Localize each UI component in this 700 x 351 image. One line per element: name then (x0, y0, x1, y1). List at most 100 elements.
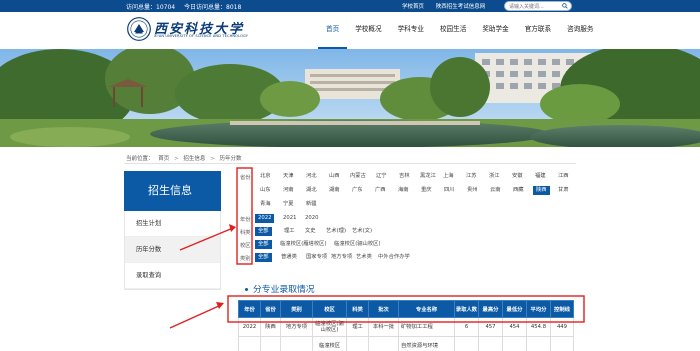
breadcrumb-home[interactable]: 首页 (158, 156, 169, 162)
visit-total: 访问总量：10704 (126, 4, 176, 11)
filter-region[interactable]: 四川 (441, 186, 458, 195)
filter-row-campus: 校区 全部 临潼校区(雁塔校区) 临潼校区(骊山校区) (239, 239, 584, 249)
logo-english-name: XI'AN UNIVERSITY OF SCIENCE AND TECHNOLO… (154, 34, 249, 38)
cell-major: 矿物加工工程 (398, 317, 455, 337)
link-exam-info[interactable]: 陕西招生考试信息网 (436, 4, 486, 10)
filter-batch[interactable]: 普通类 (278, 253, 300, 262)
filter-region[interactable]: 内蒙古 (347, 172, 369, 181)
th-category: 类别 (280, 300, 313, 318)
filter-type-active[interactable]: 全部 (255, 227, 272, 236)
filter-region[interactable]: 上海 (440, 172, 457, 181)
filter-year-active[interactable]: 2022 (255, 214, 275, 223)
seal-icon (127, 17, 151, 41)
breadcrumb-admissions[interactable]: 招生信息 (183, 156, 205, 162)
breadcrumb-scores[interactable]: 历年分数 (220, 156, 242, 162)
filter-region[interactable]: 山西 (326, 172, 343, 181)
filter-region[interactable]: 湖北 (303, 186, 320, 195)
search-box[interactable] (504, 1, 572, 11)
sidebar-item-scores[interactable]: 历年分数 (125, 237, 220, 263)
filter-region[interactable]: 浙江 (486, 172, 503, 181)
filter-label-batch: 类别 (240, 256, 251, 262)
filter-region[interactable]: 安徽 (509, 172, 526, 181)
filter-region-active[interactable]: 陕西 (533, 186, 550, 195)
filter-region[interactable]: 河北 (303, 172, 320, 181)
site-header: 西安科技大学 XI'AN UNIVERSITY OF SCIENCE AND T… (0, 12, 700, 49)
annotation-arrowhead-icon (229, 224, 236, 232)
cell-control-line (550, 336, 574, 351)
filter-region[interactable]: 吉林 (396, 172, 413, 181)
filter-row-batch: 类别 全部 普通类 国家专项 地方专项 艺术类 中外合作办学 (239, 252, 584, 262)
cell-avg-score: 454.8 (526, 317, 551, 337)
filter-region[interactable]: 江西 (555, 172, 572, 181)
top-links: 学校首页 陕西招生考试信息网 (402, 2, 495, 10)
filter-region[interactable]: 天津 (280, 172, 297, 181)
th-campus: 校区 (312, 300, 347, 318)
filter-region[interactable]: 广东 (349, 186, 366, 195)
filter-region[interactable]: 湖南 (326, 186, 343, 195)
filter-year[interactable]: 2021 (280, 214, 299, 223)
th-control-line: 控制线 (550, 300, 574, 318)
filter-type[interactable]: 文史 (302, 227, 319, 236)
filter-region[interactable]: 北京 (257, 172, 274, 181)
filter-region[interactable]: 新疆 (303, 200, 320, 209)
search-input[interactable] (509, 3, 561, 10)
cell-subject-type (346, 336, 369, 351)
th-min-score: 最低分 (502, 300, 527, 318)
table-row: 临潼校区 自然资源与环境 (238, 336, 574, 351)
cell-year: 2022 (238, 317, 261, 337)
cell-admitted (454, 336, 479, 351)
table-row: 2022 陕西 地方专项 临潼校区(骊山校区) 理工 本科一批 矿物加工工程 6… (238, 317, 574, 337)
filter-region[interactable]: 西藏 (510, 186, 527, 195)
nav-majors[interactable]: 学科专业 (390, 12, 432, 49)
cell-batch (368, 336, 399, 351)
filter-region[interactable]: 广西 (372, 186, 389, 195)
filter-campus-active[interactable]: 全部 (255, 240, 272, 249)
filter-batch[interactable]: 中外合作办学 (375, 253, 413, 262)
nav-home[interactable]: 首页 (318, 12, 348, 49)
nav-campus-life[interactable]: 校园生活 (432, 12, 474, 49)
filter-type[interactable]: 艺术(文) (349, 227, 375, 236)
table-header-row: 年份 省份 类别 校区 科类 批次 专业名称 录取人数 最高分 最低分 平均分 … (238, 300, 574, 318)
filter-region[interactable]: 重庆 (418, 186, 435, 195)
filter-region[interactable]: 青海 (257, 200, 274, 209)
filter-region[interactable]: 宁夏 (280, 200, 297, 209)
filter-year[interactable]: 2020 (302, 214, 321, 223)
nav-overview[interactable]: 学校概况 (347, 12, 389, 49)
filter-region[interactable]: 甘肃 (555, 186, 572, 195)
sidebar-item-plan[interactable]: 招生计划 (125, 211, 220, 237)
nav-contact[interactable]: 官方联系 (517, 12, 559, 49)
sidebar-item-query[interactable]: 录取查询 (125, 263, 220, 289)
filter-region[interactable]: 福建 (532, 172, 549, 181)
filter-region[interactable]: 黑龙江 (417, 172, 439, 181)
filter-region[interactable]: 山东 (257, 186, 274, 195)
university-logo[interactable]: 西安科技大学 XI'AN UNIVERSITY OF SCIENCE AND T… (127, 16, 248, 46)
filter-batch[interactable]: 国家专项 (303, 253, 330, 262)
filter-region[interactable]: 河南 (280, 186, 297, 195)
filter-campus[interactable]: 临潼校区(骊山校区) (331, 240, 384, 249)
th-avg-score: 平均分 (526, 300, 551, 318)
filter-batch[interactable]: 艺术类 (353, 253, 375, 262)
scores-table: 年份 省份 类别 校区 科类 批次 专业名称 录取人数 最高分 最低分 平均分 … (238, 300, 574, 351)
cell-min-score (502, 336, 527, 351)
filter-region[interactable]: 辽宁 (373, 172, 390, 181)
filter-region[interactable]: 贵州 (464, 186, 481, 195)
filter-label-type: 科类 (240, 230, 251, 236)
cell-max-score (478, 336, 503, 351)
filter-batch[interactable]: 地方专项 (328, 253, 355, 262)
filter-campus[interactable]: 临潼校区(雁塔校区) (277, 240, 330, 249)
filter-region[interactable]: 江苏 (463, 172, 480, 181)
link-school-home[interactable]: 学校首页 (402, 4, 424, 10)
cell-province: 陕西 (260, 317, 281, 337)
filter-type[interactable]: 理工 (281, 227, 298, 236)
filter-region[interactable]: 云南 (487, 186, 504, 195)
nav-scholarships[interactable]: 奖助学金 (474, 12, 516, 49)
cell-category (280, 336, 313, 351)
filter-type[interactable]: 艺术(理) (323, 227, 349, 236)
bullet-dot-icon (245, 288, 248, 291)
filter-region[interactable]: 海南 (395, 186, 412, 195)
search-icon[interactable] (562, 3, 568, 9)
th-province: 省份 (260, 300, 281, 318)
nav-consult[interactable]: 咨询服务 (559, 12, 601, 49)
filter-batch-active[interactable]: 全部 (255, 253, 272, 262)
breadcrumb-prefix: 当前位置： (126, 156, 154, 162)
